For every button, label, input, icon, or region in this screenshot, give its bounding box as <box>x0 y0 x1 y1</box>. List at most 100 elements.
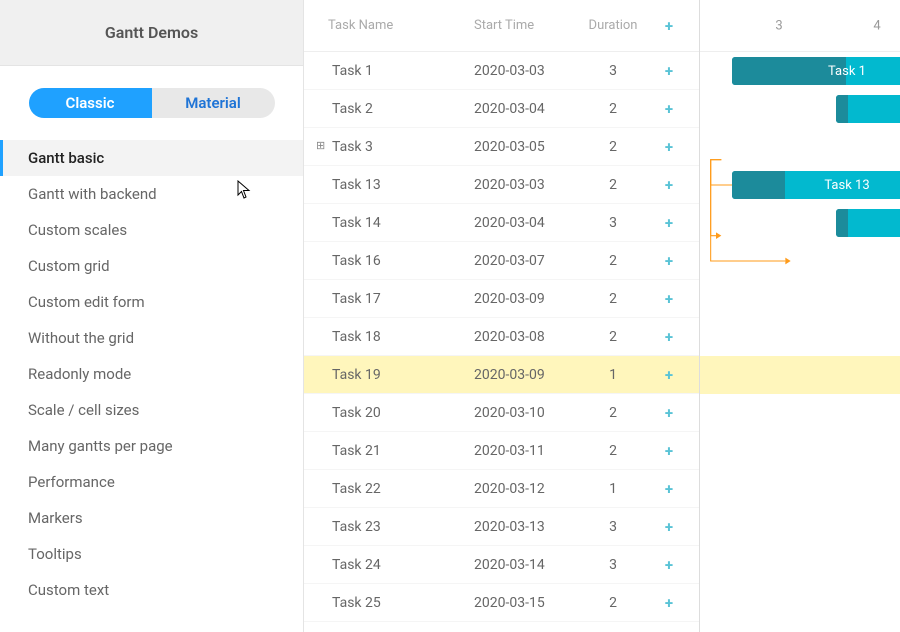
table-row[interactable]: Task 172020-03-092+ <box>304 280 699 318</box>
add-cell[interactable]: + <box>648 176 690 194</box>
task-name-cell[interactable]: Task 14 <box>304 215 474 231</box>
table-row[interactable]: Task 12020-03-033+ <box>304 52 699 90</box>
task-name-cell[interactable]: Task 24 <box>304 557 474 573</box>
theme-toggle-classic[interactable]: Classic <box>29 88 152 118</box>
add-cell[interactable]: + <box>648 100 690 118</box>
plus-icon[interactable]: + <box>665 17 673 35</box>
table-row[interactable]: Task 232020-03-133+ <box>304 508 699 546</box>
task-name-cell[interactable]: Task 16 <box>304 253 474 269</box>
add-cell[interactable]: + <box>648 480 690 498</box>
nav-item[interactable]: Gantt with backend <box>0 176 303 212</box>
task-name-cell[interactable]: Task 18 <box>304 329 474 345</box>
add-cell[interactable]: + <box>648 290 690 308</box>
table-row[interactable]: Task 142020-03-043+ <box>304 204 699 242</box>
gantt-bar[interactable] <box>836 209 900 237</box>
add-cell[interactable]: + <box>648 404 690 422</box>
gantt-bar-progress[interactable] <box>836 95 848 123</box>
task-name-cell[interactable]: Task 25 <box>304 595 474 611</box>
task-name-cell[interactable]: Task 21 <box>304 443 474 459</box>
table-row[interactable]: Task 22020-03-042+ <box>304 90 699 128</box>
plus-icon[interactable]: + <box>665 100 673 118</box>
task-name-cell[interactable]: Task 2 <box>304 101 474 117</box>
nav-item[interactable]: Without the grid <box>0 320 303 356</box>
plus-icon[interactable]: + <box>665 328 673 346</box>
table-row[interactable]: Task 222020-03-121+ <box>304 470 699 508</box>
nav-item[interactable]: Performance <box>0 464 303 500</box>
plus-icon[interactable]: + <box>665 62 673 80</box>
task-name-cell[interactable]: Task 23 <box>304 519 474 535</box>
gantt-bar[interactable]: Task 1 <box>732 57 900 85</box>
gantt-timeline[interactable]: 34 Task 1Task 13 <box>700 0 900 632</box>
plus-icon[interactable]: + <box>665 556 673 574</box>
table-row[interactable]: Task 182020-03-082+ <box>304 318 699 356</box>
add-cell[interactable]: + <box>648 442 690 460</box>
col-header-name[interactable]: Task Name <box>304 18 474 33</box>
gantt-bar-label: Task 1 <box>742 64 900 79</box>
task-name-cell[interactable]: Task 3 <box>304 139 474 155</box>
main-area: Task Name Start Time Duration + Task 1 20… <box>304 0 900 632</box>
nav-item[interactable]: Many gantts per page <box>0 428 303 464</box>
nav-item[interactable]: Readonly mode <box>0 356 303 392</box>
nav-item[interactable]: Tooltips <box>0 536 303 572</box>
task-name-cell[interactable]: Task 20 <box>304 405 474 421</box>
add-cell[interactable]: + <box>648 518 690 536</box>
nav-item[interactable]: Scale / cell sizes <box>0 392 303 428</box>
table-row[interactable]: Task 252020-03-152+ <box>304 584 699 622</box>
time-tick: 4 <box>873 18 880 33</box>
theme-toggle-material[interactable]: Material <box>152 88 275 118</box>
task-name-cell[interactable]: Task 19 <box>304 367 474 383</box>
nav-item[interactable]: Custom text <box>0 572 303 608</box>
nav-item[interactable]: Custom edit form <box>0 284 303 320</box>
task-name-cell[interactable]: Task 1 <box>304 63 474 79</box>
nav-item[interactable]: Gantt basic <box>0 140 303 176</box>
plus-icon[interactable]: + <box>665 442 673 460</box>
plus-icon[interactable]: + <box>665 290 673 308</box>
start-cell: 2020-03-03 <box>474 177 578 193</box>
plus-icon[interactable]: + <box>665 366 673 384</box>
add-cell[interactable]: + <box>648 214 690 232</box>
table-row[interactable]: Task 32020-03-052+ <box>304 128 699 166</box>
theme-toggle-wrap: Classic Material <box>0 66 303 132</box>
table-row[interactable]: Task 132020-03-032+ <box>304 166 699 204</box>
duration-cell: 3 <box>578 63 648 79</box>
plus-icon[interactable]: + <box>665 176 673 194</box>
table-row[interactable]: Task 192020-03-091+ <box>304 356 699 394</box>
plus-icon[interactable]: + <box>665 480 673 498</box>
duration-cell: 3 <box>578 215 648 231</box>
table-row[interactable]: Task 202020-03-102+ <box>304 394 699 432</box>
table-row[interactable]: Task 242020-03-143+ <box>304 546 699 584</box>
add-cell[interactable]: + <box>648 594 690 612</box>
nav-item[interactable]: Custom grid <box>0 248 303 284</box>
table-row[interactable]: Task 212020-03-112+ <box>304 432 699 470</box>
col-header-add[interactable]: + <box>648 17 690 35</box>
gantt-bar[interactable] <box>836 95 900 123</box>
nav-item[interactable]: Markers <box>0 500 303 536</box>
gantt-bar[interactable]: Task 13 <box>732 171 900 199</box>
add-cell[interactable]: + <box>648 366 690 384</box>
nav-item[interactable]: Custom scales <box>0 212 303 248</box>
plus-icon[interactable]: + <box>665 594 673 612</box>
add-cell[interactable]: + <box>648 252 690 270</box>
plus-icon[interactable]: + <box>665 214 673 232</box>
plus-icon[interactable]: + <box>665 404 673 422</box>
gantt-bar-progress[interactable] <box>836 209 848 237</box>
duration-cell: 2 <box>578 329 648 345</box>
add-cell[interactable]: + <box>648 556 690 574</box>
add-cell[interactable]: + <box>648 62 690 80</box>
plus-icon[interactable]: + <box>665 138 673 156</box>
plus-icon[interactable]: + <box>665 252 673 270</box>
plus-icon[interactable]: + <box>665 518 673 536</box>
task-name-cell[interactable]: Task 22 <box>304 481 474 497</box>
task-name-cell[interactable]: Task 13 <box>304 177 474 193</box>
task-name-cell[interactable]: Task 17 <box>304 291 474 307</box>
timeline-lane <box>700 584 900 622</box>
col-header-duration[interactable]: Duration <box>578 18 648 33</box>
timeline-lane <box>700 90 900 128</box>
add-cell[interactable]: + <box>648 138 690 156</box>
col-header-start[interactable]: Start Time <box>474 18 578 33</box>
table-row[interactable]: Task 162020-03-072+ <box>304 242 699 280</box>
add-cell[interactable]: + <box>648 328 690 346</box>
grid-rows: Task 12020-03-033+Task 22020-03-042+Task… <box>304 52 699 622</box>
start-cell: 2020-03-15 <box>474 595 578 611</box>
start-cell: 2020-03-11 <box>474 443 578 459</box>
